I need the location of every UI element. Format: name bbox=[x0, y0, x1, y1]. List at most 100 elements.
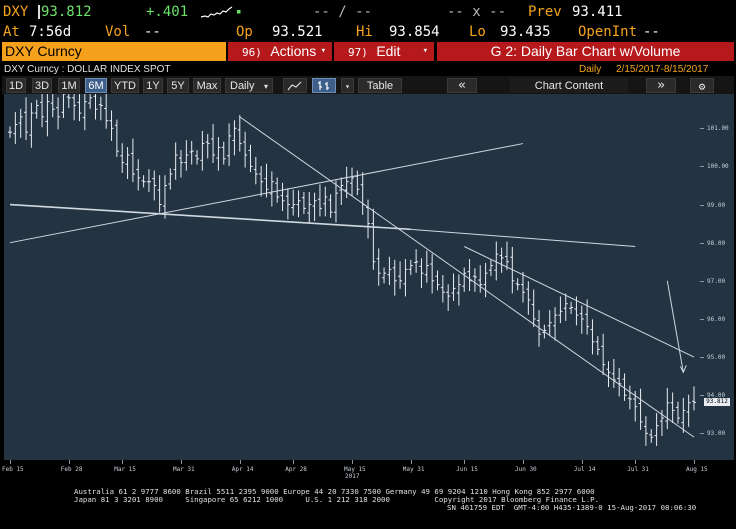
frequency-label: Daily bbox=[230, 80, 255, 92]
expand-right-icon[interactable]: » bbox=[646, 78, 676, 93]
x-tick-label: Apr 14 bbox=[231, 466, 254, 473]
range-6m-button[interactable]: 6M bbox=[85, 78, 107, 93]
range-1d-button[interactable]: 1D bbox=[6, 78, 26, 93]
y-tick-label: 95.00 bbox=[707, 354, 726, 362]
gear-icon[interactable]: ⚙ bbox=[690, 78, 714, 93]
collapse-left-icon[interactable]: « bbox=[447, 78, 477, 93]
y-tick-mark bbox=[700, 204, 704, 206]
range-1m-button[interactable]: 1M bbox=[58, 78, 80, 93]
bid-ask-field: -- / -- bbox=[313, 4, 373, 20]
footer-session: SN 461759 EDT GMT-4:00 H435-1389-0 15-Au… bbox=[447, 503, 697, 512]
trendline bbox=[9, 143, 524, 244]
annotation-arrow bbox=[666, 280, 684, 373]
trendline bbox=[239, 116, 695, 438]
y-tick-mark bbox=[700, 242, 704, 244]
last-price: 93.812 bbox=[41, 4, 92, 20]
x-tick-mark bbox=[523, 460, 524, 464]
y-tick-label: 96.00 bbox=[707, 315, 726, 323]
vol-value: -- bbox=[144, 24, 161, 40]
line-chart-icon[interactable] bbox=[283, 78, 307, 93]
size-field: -- x -- bbox=[447, 4, 507, 20]
range-3d-button[interactable]: 3D bbox=[32, 78, 52, 93]
prev-label: Prev bbox=[528, 4, 562, 20]
vol-label: Vol bbox=[105, 24, 131, 40]
y-tick-mark bbox=[700, 357, 704, 359]
y-tick-mark bbox=[700, 318, 704, 320]
chevron-down-icon: ▾ bbox=[422, 46, 428, 56]
last-price-marker: 93.812 bbox=[704, 398, 730, 407]
x-tick-mark bbox=[10, 460, 11, 464]
open-value: 93.521 bbox=[272, 24, 323, 40]
openint-label: OpenInt bbox=[578, 24, 638, 40]
at-time: 7:56d bbox=[29, 24, 72, 40]
actions-number: 96) bbox=[242, 46, 262, 59]
year-label: 2017 bbox=[345, 473, 360, 480]
x-tick-label: Jul 31 bbox=[627, 466, 649, 473]
sparkline-dot: ▪ bbox=[236, 7, 242, 17]
x-tick-label: Mar 15 bbox=[114, 466, 136, 473]
x-tick-label: Jul 14 bbox=[573, 466, 596, 473]
x-tick-label: Feb 15 bbox=[2, 466, 24, 473]
date-range: 2/15/2017-8/15/2017 bbox=[616, 64, 709, 75]
y-tick-label: 98.00 bbox=[707, 239, 726, 247]
range-5y-button[interactable]: 5Y bbox=[167, 78, 189, 93]
edit-menu[interactable]: 97) Edit ▾ bbox=[334, 42, 434, 61]
arrow-head-icon bbox=[679, 365, 687, 374]
y-tick-mark bbox=[700, 395, 704, 397]
actions-menu[interactable]: 96) Actions ▾ bbox=[228, 42, 332, 61]
table-label: Table bbox=[366, 80, 394, 92]
openint-value: -- bbox=[643, 24, 660, 40]
x-tick-mark bbox=[122, 460, 124, 464]
edit-number: 97) bbox=[348, 46, 368, 59]
high-value: 93.854 bbox=[389, 24, 440, 40]
x-tick-label: May 15 bbox=[344, 466, 366, 473]
chart-content-label: Chart Content bbox=[534, 80, 604, 92]
y-tick-label: 100.00 bbox=[707, 163, 729, 171]
y-tick-label: 93.00 bbox=[707, 430, 726, 438]
x-tick-label: Jun 30 bbox=[515, 466, 537, 473]
y-tick-mark bbox=[700, 128, 704, 130]
range-1y-button[interactable]: 1Y bbox=[143, 78, 163, 93]
x-tick-mark bbox=[239, 460, 241, 464]
trendline bbox=[410, 228, 636, 247]
low-label: Lo bbox=[469, 24, 486, 40]
sparkline-icon bbox=[200, 6, 233, 18]
chart-content-button[interactable]: Chart Content bbox=[510, 78, 628, 93]
chevron-down-icon[interactable]: ▾ bbox=[341, 78, 354, 93]
at-label: At bbox=[3, 24, 20, 40]
y-tick-label: 97.00 bbox=[707, 277, 726, 285]
x-tick-mark bbox=[181, 460, 182, 464]
bar-chart-icon[interactable] bbox=[312, 78, 336, 93]
y-tick-label: 99.00 bbox=[707, 201, 726, 209]
x-tick-mark bbox=[635, 460, 637, 464]
frequency-select[interactable]: Daily ▾ bbox=[225, 78, 273, 93]
trendline bbox=[9, 203, 411, 231]
period-label: Daily bbox=[579, 64, 602, 75]
chevron-down-icon: ▾ bbox=[263, 82, 268, 91]
table-button[interactable]: Table bbox=[358, 78, 402, 93]
x-tick-label: May 31 bbox=[402, 466, 425, 473]
x-tick-mark bbox=[293, 460, 295, 464]
y-tick-label: 101.00 bbox=[707, 125, 729, 133]
chart-title-bar[interactable]: G 2: Daily Bar Chart w/Volume bbox=[437, 42, 734, 61]
high-label: Hi bbox=[356, 24, 373, 40]
x-tick-mark bbox=[464, 460, 466, 464]
range-ytd-button[interactable]: YTD bbox=[111, 78, 139, 93]
price-change: +.401 bbox=[146, 4, 189, 20]
low-value: 93.435 bbox=[500, 24, 551, 40]
x-tick-mark bbox=[581, 460, 583, 464]
open-label: Op bbox=[236, 24, 253, 40]
security-description: DXY Curncy : DOLLAR INDEX SPOT bbox=[4, 64, 171, 75]
trendline bbox=[464, 246, 695, 358]
x-tick-mark bbox=[410, 460, 412, 464]
y-tick-mark bbox=[700, 166, 704, 168]
security-field[interactable]: DXY Curncy bbox=[2, 42, 226, 61]
chevron-down-icon: ▾ bbox=[320, 46, 326, 56]
x-tick-label: Mar 31 bbox=[173, 466, 195, 473]
x-tick-label: Jun 15 bbox=[456, 466, 478, 473]
price-chart[interactable] bbox=[4, 94, 704, 460]
prev-value: 93.411 bbox=[572, 4, 623, 20]
range-max-button[interactable]: Max bbox=[193, 78, 221, 93]
y-tick-mark bbox=[700, 280, 704, 282]
ticker-label: DXY bbox=[3, 4, 29, 20]
